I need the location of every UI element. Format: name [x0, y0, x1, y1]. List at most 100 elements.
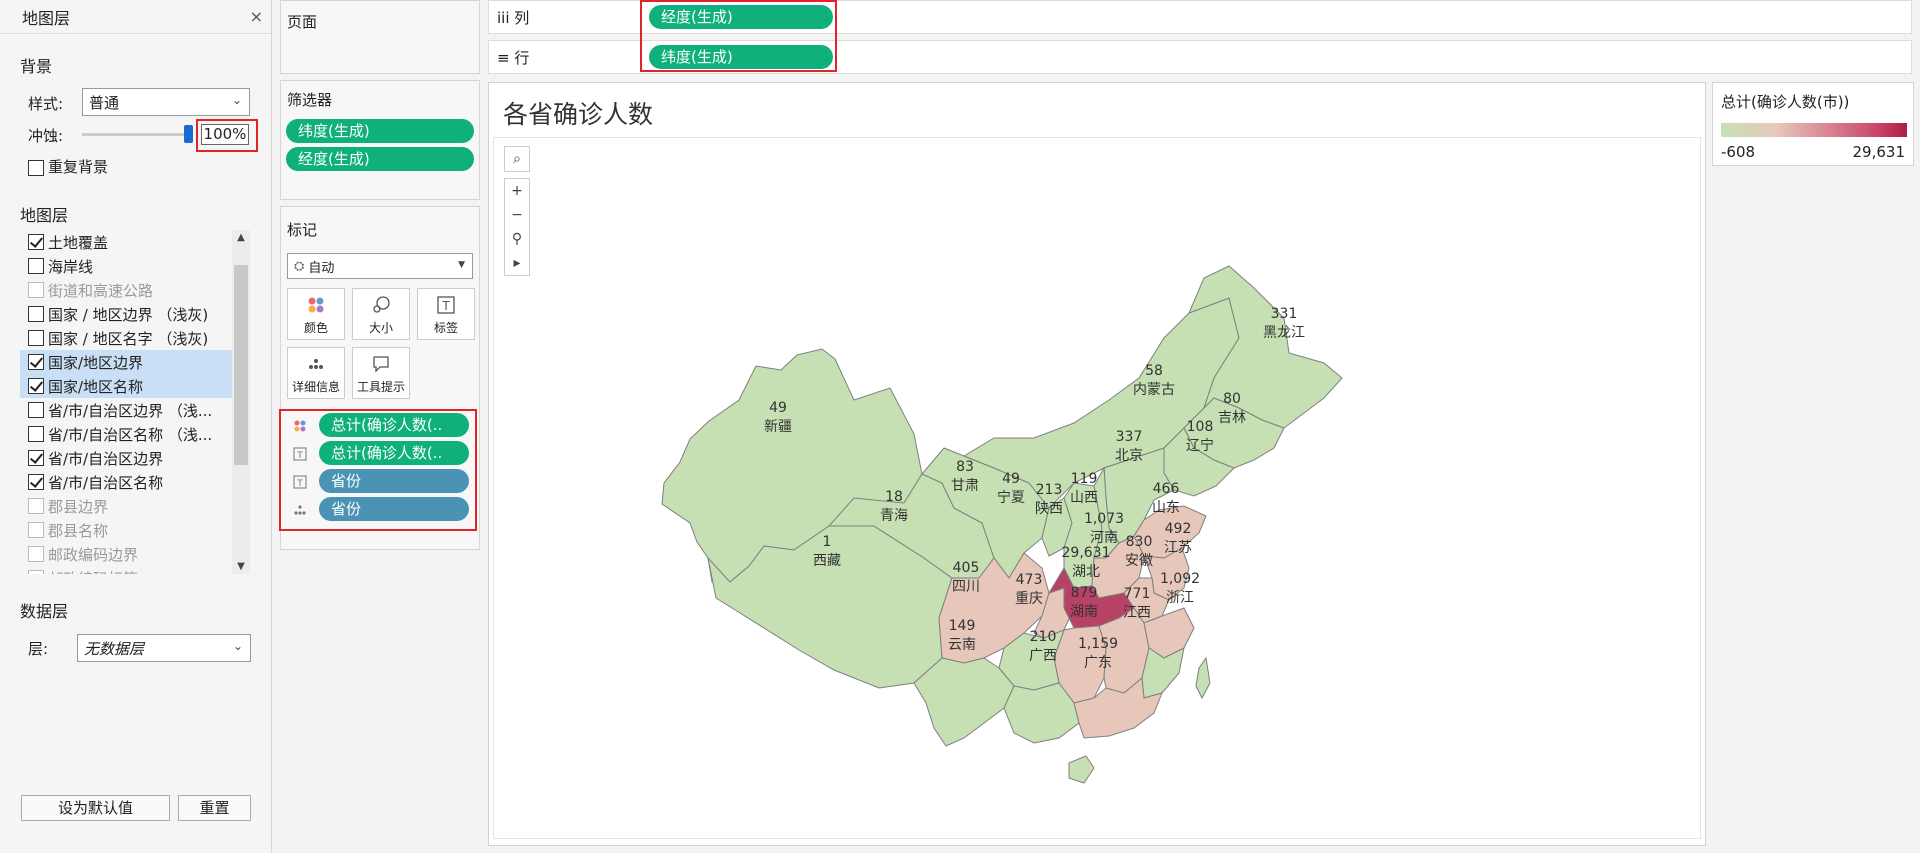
layer-item[interactable]: 省/市/自治区名称 （浅...	[20, 422, 232, 446]
layer-checkbox[interactable]	[28, 522, 44, 538]
map-value-label: 49	[769, 400, 787, 416]
map-province-label: 陕西	[1035, 501, 1063, 517]
expand-toolbar-icon[interactable]: ▸	[505, 251, 529, 275]
view-title: 各省确诊人数	[503, 100, 654, 129]
data-layer-select[interactable]: 无数据层 ⌄	[77, 634, 251, 662]
mark-label-button[interactable]: T 标签	[417, 288, 475, 340]
province-taiwan[interactable]	[1195, 656, 1211, 700]
pin-icon[interactable]: ⚲	[505, 227, 529, 251]
repeat-background-label: 重复背景	[48, 158, 109, 176]
data-layer-section-title: 数据层	[20, 602, 69, 621]
layer-item[interactable]: 郡县名称	[20, 518, 232, 542]
set-default-button[interactable]: 设为默认值	[21, 795, 170, 821]
zoom-in-icon[interactable]: +	[505, 179, 529, 203]
layer-item[interactable]: 省/市/自治区名称	[20, 470, 232, 494]
layer-list-scrollbar[interactable]: ▲ ▼	[232, 230, 250, 574]
close-icon[interactable]: ×	[250, 7, 263, 26]
layer-label: 国家/地区边界	[48, 353, 144, 372]
scroll-down-icon[interactable]: ▼	[232, 561, 250, 572]
marks-title: 标记	[287, 221, 318, 239]
layer-checkbox[interactable]	[28, 306, 44, 322]
mark-label-label: 标签	[433, 321, 458, 335]
layer-item[interactable]: 邮政编码标签	[20, 566, 232, 574]
filter-pill-latitude[interactable]: 纬度(生成)	[286, 119, 474, 143]
rows-icon: ≡	[497, 49, 515, 67]
layer-item[interactable]: 国家 / 地区边界 （浅灰)	[20, 302, 232, 326]
map-province-label: 西藏	[813, 553, 841, 569]
filter-pill-longitude[interactable]: 经度(生成)	[286, 147, 474, 171]
repeat-background-row[interactable]: 重复背景	[28, 156, 108, 177]
layer-checkbox[interactable]	[28, 426, 44, 442]
map-province-label: 浙江	[1166, 590, 1194, 606]
layer-item[interactable]: 海岸线	[20, 254, 232, 278]
mark-color-button[interactable]: 颜色	[287, 288, 345, 340]
layer-checkbox[interactable]	[28, 402, 44, 418]
layer-checkbox[interactable]	[28, 546, 44, 562]
map-province-label: 湖北	[1072, 564, 1100, 580]
svg-text:T: T	[441, 299, 450, 313]
washout-slider-track[interactable]	[82, 133, 190, 136]
mark-tooltip-button[interactable]: 工具提示	[352, 347, 410, 399]
layer-checkbox[interactable]	[28, 282, 44, 298]
style-label: 样式:	[28, 95, 64, 113]
layer-item[interactable]: 国家 / 地区名字 （浅灰)	[20, 326, 232, 350]
layer-checkbox[interactable]	[28, 258, 44, 274]
map-canvas[interactable]: ⌕ + − ⚲ ▸ 331 黑龙江 58 内蒙古 80 吉林 108 辽宁 33…	[493, 137, 1701, 839]
map-province-label: 青海	[880, 508, 908, 524]
layer-item[interactable]: 省/市/自治区边界	[20, 446, 232, 470]
mark-detail-button[interactable]: 详细信息	[287, 347, 345, 399]
layer-checkbox[interactable]	[28, 450, 44, 466]
layer-item[interactable]: 土地覆盖	[20, 230, 232, 254]
map-value-label: 18	[885, 489, 903, 505]
style-select[interactable]: 普通 ⌄	[82, 88, 250, 116]
layer-checkbox[interactable]	[28, 330, 44, 346]
map-province-label: 山西	[1070, 490, 1098, 506]
map-value-label: 492	[1165, 521, 1192, 537]
layer-checkbox[interactable]	[28, 498, 44, 514]
map-search-button[interactable]: ⌕	[504, 146, 530, 172]
map-value-label: 1	[823, 534, 832, 550]
map-province-label: 宁夏	[997, 489, 1025, 506]
province-yunnan[interactable]	[913, 657, 1015, 747]
map-value-label: 83	[956, 459, 974, 475]
province-hainan[interactable]	[1068, 755, 1095, 784]
map-province-label: 广西	[1029, 648, 1057, 664]
repeat-background-checkbox[interactable]	[28, 159, 44, 176]
layer-checkbox[interactable]	[28, 474, 44, 490]
layer-checkbox[interactable]	[28, 378, 44, 394]
scroll-up-icon[interactable]: ▲	[232, 232, 250, 243]
color-legend[interactable]: 总计(确诊人数(市)) -608 29,631	[1712, 82, 1914, 166]
legend-max-value: 29,631	[1852, 143, 1906, 161]
washout-label: 冲蚀:	[28, 127, 64, 145]
layer-checkbox[interactable]	[28, 234, 44, 250]
layer-item[interactable]: 省/市/自治区边界 （浅...	[20, 398, 232, 422]
mark-size-button[interactable]: 大小	[352, 288, 410, 340]
map-province-label: 湖南	[1070, 604, 1098, 620]
tooltip-icon	[353, 348, 409, 374]
pages-title: 页面	[287, 13, 318, 31]
scrollbar-thumb[interactable]	[234, 265, 248, 465]
map-view: 各省确诊人数 ⌕ + − ⚲ ▸ 331 黑龙江 58 内蒙古 80 吉林 10…	[488, 82, 1706, 846]
layer-item[interactable]: 街道和高速公路	[20, 278, 232, 302]
layer-checkbox[interactable]	[28, 570, 44, 574]
layer-label: 国家/地区名称	[48, 377, 144, 396]
map-province-label: 江苏	[1164, 540, 1192, 556]
map-province-label: 新疆	[764, 419, 792, 435]
layer-item[interactable]: 郡县边界	[20, 494, 232, 518]
map-value-label: 49	[1002, 471, 1020, 487]
pages-card[interactable]: 页面	[280, 0, 480, 74]
layer-item[interactable]: 国家/地区名称	[20, 374, 232, 398]
filters-card[interactable]: 筛选器 纬度(生成) 经度(生成)	[280, 80, 480, 200]
map-province-label: 北京	[1115, 448, 1143, 464]
reset-button[interactable]: 重置	[178, 795, 251, 821]
size-icon	[353, 289, 409, 315]
layer-checkbox[interactable]	[28, 354, 44, 370]
rows-shelf-text: 行	[514, 49, 530, 67]
zoom-out-icon[interactable]: −	[505, 203, 529, 227]
washout-slider-handle[interactable]	[184, 125, 193, 143]
layer-item[interactable]: 国家/地区边界	[20, 350, 232, 374]
map-value-label: 1,073	[1084, 511, 1124, 527]
layer-item[interactable]: 邮政编码边界	[20, 542, 232, 566]
map-value-label: 58	[1145, 363, 1163, 379]
mark-type-select[interactable]: ⛭ 自动 ▼	[287, 253, 473, 279]
